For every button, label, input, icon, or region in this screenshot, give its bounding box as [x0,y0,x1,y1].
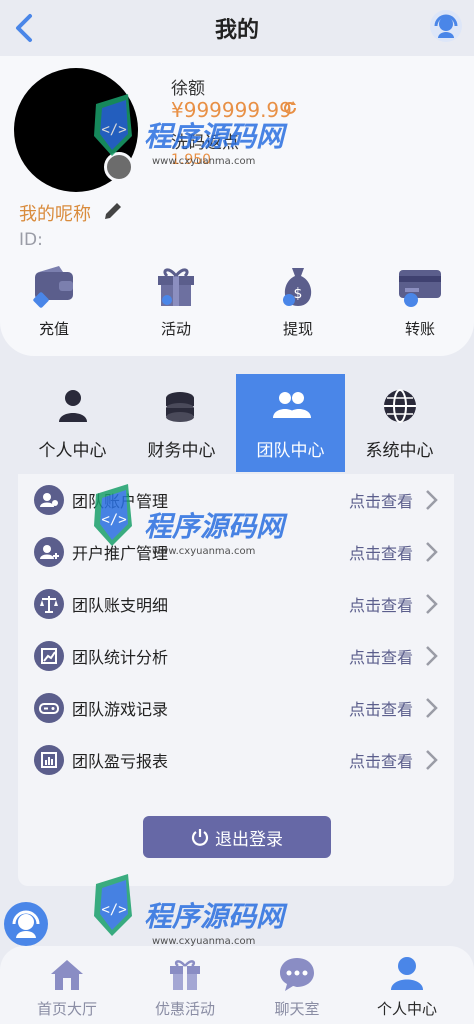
nickname: 我的呢称 [19,204,91,225]
customer-service-icon [12,910,40,938]
person-icon [58,390,87,422]
menu-item-team-game-records[interactable]: 团队游戏记录 点击查看 [18,682,454,734]
chevron-right-icon [426,542,438,562]
menu-item-team-stats[interactable]: 团队统计分析 点击查看 [18,630,454,682]
team-user-icon [34,485,64,515]
report-icon [34,745,64,775]
chevron-right-icon [426,646,438,666]
chart-icon [34,641,64,671]
logout-label: 退出登录 [215,829,283,850]
gift-icon [158,268,194,306]
svg-text:</>: </> [101,902,126,918]
view-link[interactable]: 点击查看 [349,540,413,564]
top-bar: 我的 [0,0,474,56]
watermark-url: www.cxyuanma.com [152,156,255,167]
person-icon [391,957,423,990]
action-activity[interactable]: 活动 [131,262,221,339]
tab-system-center-label: 系统中心 [365,441,434,461]
quick-actions: 充值 活动 $ 提现 转账 [0,262,474,342]
action-activity-label: 活动 [160,320,191,338]
chevron-right-icon [426,490,438,510]
menu-item-label: 团队盈亏报表 [72,752,169,771]
watermark-text: 程序源码网 [144,900,288,933]
action-recharge[interactable]: 充值 [9,262,99,339]
tab-team-center-label: 团队中心 [256,441,325,461]
center-tabs: 个人中心 财务中心 团队中心 系统中心 [18,374,454,474]
action-withdraw-label: 提现 [282,320,313,338]
tab-personal-center[interactable]: 个人中心 [18,374,127,472]
pencil-icon[interactable] [102,200,124,222]
user-add-icon [34,537,64,567]
menu-item-label: 团队游戏记录 [72,700,169,719]
view-link[interactable]: 点击查看 [349,592,413,616]
watermark-text: 程序源码网 [144,120,288,153]
tab-finance-center[interactable]: 财务中心 [127,374,236,472]
coins-icon [165,392,194,422]
action-transfer[interactable]: 转账 [375,262,465,339]
view-link[interactable]: 点击查看 [349,748,413,772]
globe-icon [383,389,416,423]
chevron-right-icon [426,698,438,718]
view-link[interactable]: 点击查看 [349,644,413,668]
bottom-navigation: 首页大厅 优惠活动 聊天室 个人中心 [0,946,474,1024]
action-withdraw[interactable]: $ 提现 [253,262,343,339]
nav-promotions-label: 优惠活动 [154,1000,215,1018]
page-title: 我的 [214,18,259,43]
team-icon [272,392,311,418]
nav-chat-room-label: 聊天室 [274,1000,320,1018]
money-bag-icon: $ [283,268,312,306]
nav-personal-center-label: 个人中心 [376,1000,437,1018]
watermark-logo: </> 程序源码网 www.cxyuanma.com [94,94,288,167]
back-arrow-icon[interactable] [8,10,44,46]
floating-support-button[interactable] [4,902,48,946]
logout-button[interactable]: 退出登录 [143,816,331,858]
nav-personal-center[interactable]: 个人中心 [348,954,466,1019]
card-transfer-icon [399,270,441,307]
watermark-text: 程序源码网 [144,510,288,543]
menu-item-label: 团队账支明细 [72,596,169,615]
gamepad-icon [34,693,64,723]
view-link[interactable]: 点击查看 [349,696,413,720]
action-recharge-label: 充值 [38,320,69,338]
watermark-url: www.cxyuanma.com [152,546,255,557]
tab-personal-center-label: 个人中心 [38,441,107,461]
menu-item-label: 团队统计分析 [72,648,169,667]
chevron-right-icon [426,750,438,770]
nav-home-label: 首页大厅 [36,1000,97,1018]
user-id-label: ID: [19,230,43,250]
gift-icon [170,960,200,990]
nav-chat-room[interactable]: 聊天室 [238,954,356,1019]
action-transfer-label: 转账 [404,320,435,338]
nav-home[interactable]: 首页大厅 [8,954,126,1019]
svg-text:</>: </> [101,512,126,528]
nav-promotions[interactable]: 优惠活动 [126,954,244,1019]
power-icon [191,829,209,846]
menu-item-team-ledger[interactable]: 团队账支明细 点击查看 [18,578,454,630]
chevron-right-icon [426,594,438,614]
watermark-logo: </> 程序源码网 www.cxyuanma.com [94,484,288,557]
menu-item-team-pnl-report[interactable]: 团队盈亏报表 点击查看 [18,734,454,786]
view-link[interactable]: 点击查看 [349,488,413,512]
tab-finance-center-label: 财务中心 [147,441,216,461]
wallet-icon [33,266,73,308]
tab-system-center[interactable]: 系统中心 [345,374,454,472]
home-icon [51,960,83,990]
tab-team-center[interactable]: 团队中心 [236,374,345,472]
scale-icon [34,589,64,619]
chat-icon [280,958,314,991]
svg-text:</>: </> [101,122,126,138]
customer-service-icon[interactable] [428,8,464,44]
